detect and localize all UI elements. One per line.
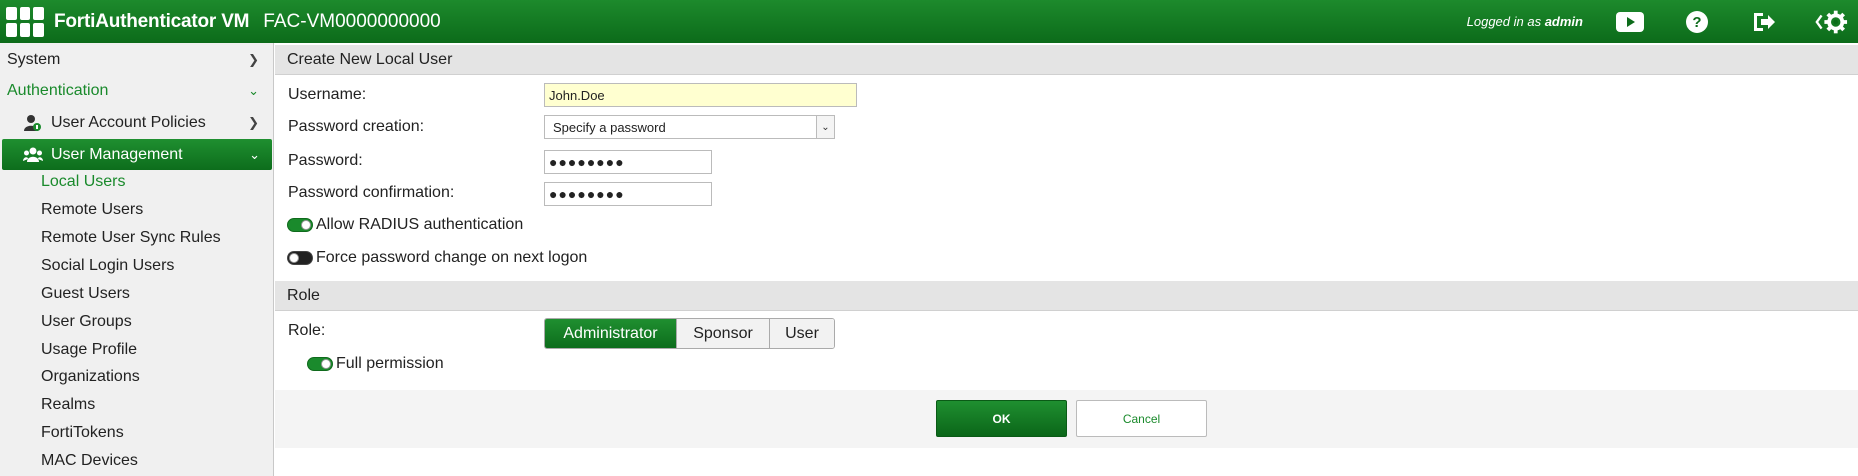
sidebar-item-user-management[interactable]: User Management ⌄ — [2, 139, 272, 170]
cancel-button[interactable]: Cancel — [1076, 400, 1207, 437]
chevron-down-icon: ⌄ — [248, 83, 259, 98]
chevron-right-icon: ❯ — [248, 115, 259, 130]
sidebar-item-label: Organizations — [41, 368, 140, 385]
sidebar-item-label: User Management — [51, 145, 183, 163]
device-serial: FAC-VM0000000000 — [263, 10, 441, 32]
sidebar-subitem-social-login-users[interactable]: Social Login Users — [0, 254, 273, 278]
sidebar-item-user-account-policies[interactable]: User Account Policies ❯ — [0, 108, 273, 138]
force-password-change-label: Force password change on next logon — [316, 249, 588, 266]
help-icon[interactable]: ? — [1680, 7, 1714, 37]
sidebar-subitem-guest-users[interactable]: Guest Users — [0, 282, 273, 306]
allow-radius-label: Allow RADIUS authentication — [316, 216, 524, 233]
product-name: FortiAuthenticator VM — [54, 10, 250, 32]
password-confirmation-label: Password confirmation: — [288, 184, 455, 201]
sidebar-item-label: System — [7, 51, 61, 68]
sidebar-item-label: Remote Users — [41, 201, 144, 218]
chevron-down-icon: ⌄ — [249, 146, 260, 162]
password-creation-select[interactable]: Specify a password ⌄ — [544, 115, 835, 139]
sidebar-subitem-user-groups[interactable]: User Groups — [0, 310, 273, 334]
sidebar-subitem-remote-user-sync-rules[interactable]: Remote User Sync Rules — [0, 226, 273, 250]
video-icon[interactable] — [1613, 7, 1647, 37]
sidebar-item-label: MAC Devices — [41, 452, 138, 469]
sidebar: System ❯ Authentication ⌄ User Account P… — [0, 43, 274, 476]
password-label: Password: — [288, 152, 363, 169]
allow-radius-row: Allow RADIUS authentication — [287, 213, 523, 237]
sidebar-item-label: Usage Profile — [41, 341, 138, 358]
sidebar-item-authentication[interactable]: Authentication ⌄ — [0, 78, 273, 104]
role-option-user[interactable]: User — [769, 319, 834, 348]
password-confirmation-field[interactable]: ●●●●●●●● — [544, 182, 712, 206]
button-bar: OK Cancel — [275, 390, 1858, 448]
top-bar: FortiAuthenticator VM FAC-VM0000000000 L… — [0, 0, 1858, 43]
force-password-change-toggle[interactable] — [287, 251, 313, 265]
main-content: Create New Local User Username: John.Doe… — [275, 43, 1858, 476]
sidebar-item-label: FortiTokens — [41, 424, 124, 441]
sidebar-item-label: User Account Policies — [51, 114, 206, 131]
ok-button[interactable]: OK — [936, 400, 1067, 437]
role-option-administrator[interactable]: Administrator — [545, 319, 676, 348]
logout-icon[interactable] — [1747, 7, 1781, 37]
sidebar-item-label: User Groups — [41, 313, 132, 330]
user-lock-icon — [23, 113, 43, 133]
password-creation-value: Specify a password — [553, 119, 666, 135]
sidebar-item-label: Local Users — [41, 173, 126, 190]
username-label: Username: — [288, 86, 367, 103]
sidebar-item-label: Guest Users — [41, 285, 130, 302]
sidebar-item-label: Realms — [41, 396, 96, 413]
logged-in-user: admin — [1544, 14, 1583, 29]
sidebar-item-label: Remote User Sync Rules — [41, 229, 221, 246]
sidebar-subitem-local-users[interactable]: Local Users — [0, 170, 273, 194]
fortinet-logo-icon — [6, 6, 44, 37]
logged-in-status: Logged in as admin — [1467, 14, 1583, 29]
allow-radius-toggle[interactable] — [287, 218, 313, 232]
sidebar-item-label: Authentication — [7, 82, 109, 99]
settings-icon[interactable] — [1814, 7, 1848, 37]
sidebar-subitem-mac-devices[interactable]: MAC Devices — [0, 449, 273, 473]
sidebar-subitem-realms[interactable]: Realms — [0, 393, 273, 417]
sidebar-item-label: Social Login Users — [41, 257, 175, 274]
full-permission-toggle[interactable] — [307, 357, 333, 371]
username-field[interactable]: John.Doe — [544, 83, 857, 107]
force-password-change-row: Force password change on next logon — [287, 246, 587, 270]
chevron-right-icon: ❯ — [248, 52, 259, 67]
full-permission-row: Full permission — [307, 352, 444, 376]
logged-in-prefix: Logged in as — [1466, 14, 1542, 29]
role-label: Role: — [288, 322, 326, 339]
sidebar-subitem-organizations[interactable]: Organizations — [0, 365, 273, 389]
role-section-header: Role — [275, 281, 1858, 311]
users-icon — [23, 145, 43, 165]
password-creation-label: Password creation: — [288, 118, 425, 135]
role-segmented-control: Administrator Sponsor User — [544, 318, 835, 349]
sidebar-item-system[interactable]: System ❯ — [0, 47, 273, 73]
page-title: Create New Local User — [275, 45, 1858, 75]
sidebar-subitem-remote-users[interactable]: Remote Users — [0, 198, 273, 222]
sidebar-subitem-fortitokens[interactable]: FortiTokens — [0, 421, 273, 445]
full-permission-label: Full permission — [336, 355, 444, 372]
svg-text:?: ? — [1692, 14, 1701, 31]
chevron-down-icon: ⌄ — [816, 116, 834, 138]
role-option-sponsor[interactable]: Sponsor — [676, 319, 769, 348]
sidebar-subitem-usage-profile[interactable]: Usage Profile — [0, 338, 273, 362]
password-field[interactable]: ●●●●●●●● — [544, 150, 712, 174]
